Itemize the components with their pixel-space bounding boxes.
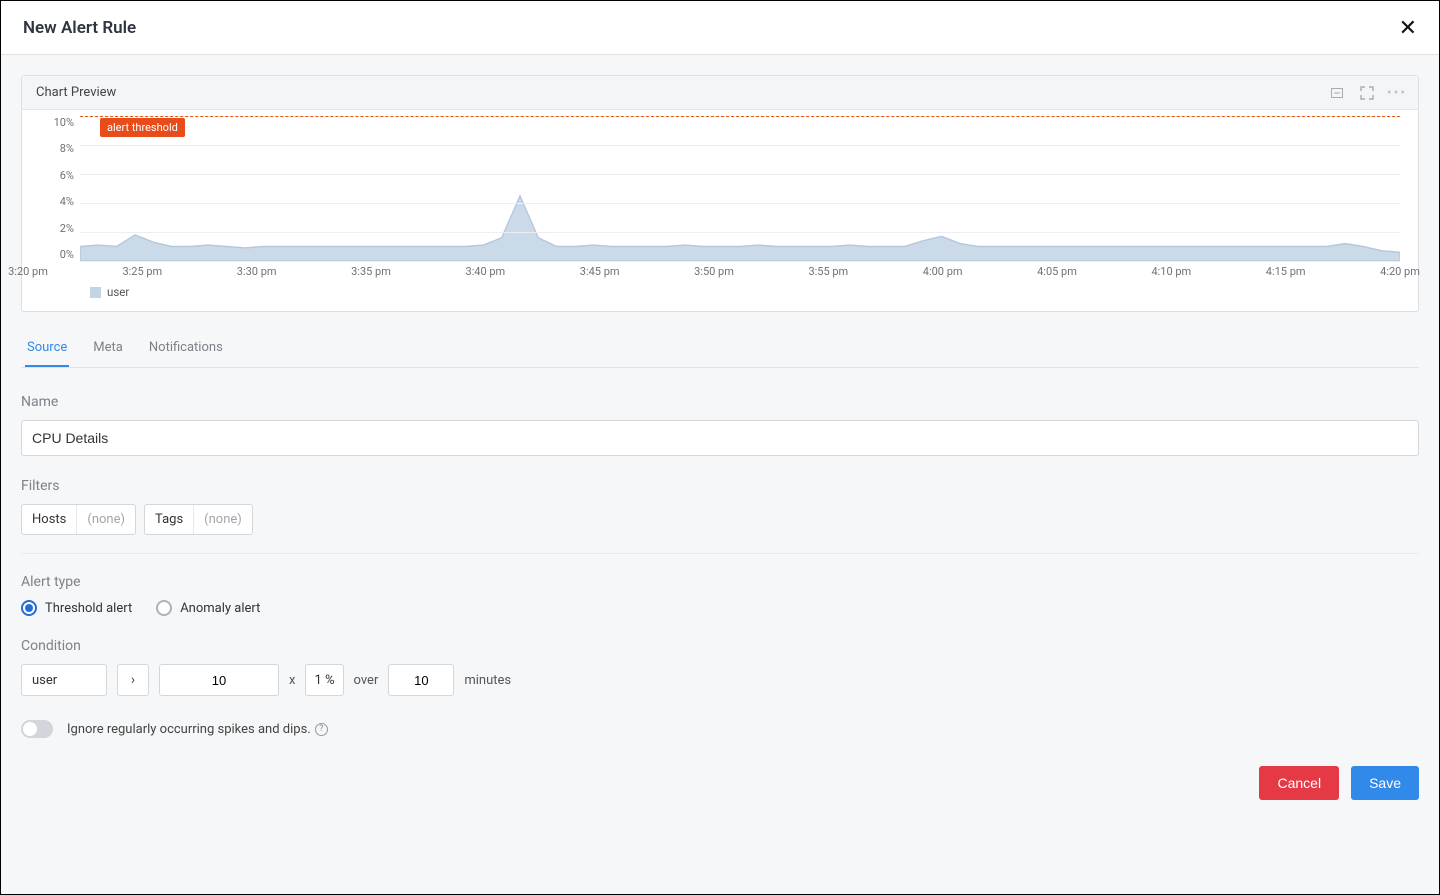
chart-plot-wrap: 10% 8% 6% 4% 2% 0% alert threshold: [28, 116, 1400, 261]
condition-unit[interactable]: 1 %: [305, 664, 343, 696]
condition-x: x: [289, 673, 295, 688]
close-button[interactable]: ✕: [1399, 17, 1417, 39]
modal-body: Chart Preview ••• 10% 8% 6% 4% 2% 0%: [1, 55, 1439, 894]
action-buttons: Cancel Save: [21, 766, 1419, 800]
y-tick: 4%: [60, 195, 74, 208]
condition-row: user › x 1 % over minutes: [21, 664, 1419, 696]
gridline: [80, 232, 1400, 233]
hosts-filter-label: Hosts: [22, 505, 77, 534]
x-tick: 3:25 pm: [122, 265, 162, 278]
y-tick: 0%: [60, 248, 74, 261]
tab-notifications[interactable]: Notifications: [147, 330, 225, 367]
x-tick: 3:20 pm: [8, 265, 48, 278]
radio-anomaly-label: Anomaly alert: [180, 601, 260, 616]
tab-source[interactable]: Source: [25, 330, 69, 367]
condition-label: Condition: [21, 638, 1419, 654]
y-tick: 8%: [60, 142, 74, 155]
chart-panel-header: Chart Preview •••: [22, 76, 1418, 110]
section-name: Name: [21, 368, 1419, 456]
gridline: [80, 174, 1400, 175]
tab-meta[interactable]: Meta: [91, 330, 125, 367]
x-tick: 4:05 pm: [1037, 265, 1077, 278]
hosts-filter-value: (none): [77, 505, 135, 534]
chart-area: 10%8%6%4%2%0% alert threshold 3:20 pm3:2…: [22, 110, 1418, 311]
x-tick: 4:15 pm: [1266, 265, 1306, 278]
ignore-spikes-label: Ignore regularly occurring spikes and di…: [67, 722, 328, 737]
x-tick: 3:30 pm: [237, 265, 277, 278]
gridline: [80, 261, 1400, 262]
chart-preview-panel: Chart Preview ••• 10% 8% 6% 4% 2% 0%: [21, 75, 1419, 312]
ignore-spikes-toggle[interactable]: [21, 720, 53, 738]
chart-plot: alert threshold: [80, 116, 1400, 261]
x-tick: 4:00 pm: [923, 265, 963, 278]
help-icon[interactable]: ?: [315, 723, 328, 736]
condition-metric-select[interactable]: user: [21, 664, 107, 696]
x-tick: 3:40 pm: [465, 265, 505, 278]
hosts-filter[interactable]: Hosts (none): [21, 504, 136, 535]
filters-row: Hosts (none) Tags (none): [21, 504, 1419, 535]
tags-filter-value: (none): [194, 505, 252, 534]
x-tick: 4:10 pm: [1151, 265, 1191, 278]
section-condition: Condition user › x 1 % over minutes Igno…: [21, 616, 1419, 738]
condition-value-input[interactable]: [159, 664, 279, 696]
chart-panel-actions: •••: [1330, 86, 1404, 100]
radio-anomaly[interactable]: Anomaly alert: [156, 600, 260, 616]
more-icon[interactable]: •••: [1390, 86, 1404, 100]
condition-operator-select[interactable]: ›: [117, 664, 149, 696]
section-alert-type: Alert type Threshold alert Anomaly alert: [21, 554, 1419, 616]
filters-label: Filters: [21, 478, 1419, 494]
chart-x-axis: 3:20 pm3:25 pm3:30 pm3:35 pm3:40 pm3:45 …: [28, 265, 1400, 279]
ignore-spikes-row: Ignore regularly occurring spikes and di…: [21, 720, 1419, 738]
gridline: [80, 145, 1400, 146]
x-tick: 3:55 pm: [808, 265, 848, 278]
tags-filter-label: Tags: [145, 505, 194, 534]
expand-icon[interactable]: [1360, 86, 1374, 100]
modal-header: New Alert Rule ✕: [1, 1, 1439, 55]
x-tick: 3:45 pm: [580, 265, 620, 278]
radio-threshold-label: Threshold alert: [45, 601, 132, 616]
condition-over: over: [354, 673, 379, 688]
name-input[interactable]: [21, 420, 1419, 456]
modal-title: New Alert Rule: [23, 18, 136, 38]
alert-threshold-line: [80, 116, 1400, 117]
tabs: Source Meta Notifications: [21, 330, 1419, 368]
chart-panel-title: Chart Preview: [36, 85, 116, 100]
radio-threshold[interactable]: Threshold alert: [21, 600, 132, 616]
alert-type-label: Alert type: [21, 574, 1419, 590]
y-tick: 6%: [60, 169, 74, 182]
gridline: [80, 203, 1400, 204]
save-button[interactable]: Save: [1351, 766, 1419, 800]
cancel-button[interactable]: Cancel: [1259, 766, 1339, 800]
alert-type-row: Threshold alert Anomaly alert: [21, 600, 1419, 616]
section-filters: Filters Hosts (none) Tags (none): [21, 456, 1419, 535]
x-tick: 3:50 pm: [694, 265, 734, 278]
collapse-icon[interactable]: [1330, 86, 1344, 100]
alert-threshold-badge: alert threshold: [100, 118, 185, 137]
condition-minutes-label: minutes: [464, 673, 511, 688]
x-tick: 3:35 pm: [351, 265, 391, 278]
legend-label: user: [107, 285, 129, 299]
y-tick: 10%: [54, 116, 74, 129]
condition-minutes-input[interactable]: [388, 664, 454, 696]
legend-swatch: [90, 287, 101, 298]
name-label: Name: [21, 394, 1419, 410]
tags-filter[interactable]: Tags (none): [144, 504, 253, 535]
chart-y-axis: 10% 8% 6% 4% 2% 0%: [28, 116, 80, 261]
chart-legend: user: [28, 279, 1400, 301]
x-tick: 4:20 pm: [1380, 265, 1420, 278]
y-tick: 2%: [60, 222, 74, 235]
